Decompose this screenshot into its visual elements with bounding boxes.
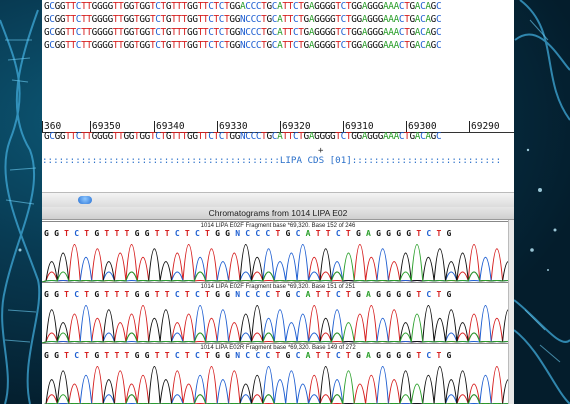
sequence-viewer-window: GCGGTTCTTGGGGTTGGTGGTCTGTTTGGTTCTCTGGACC…	[42, 0, 514, 404]
consensus-sequence: GCGGTTCTTGGGGTTGGTGGTCTGTTTGGTTCTCTGGNCC…	[44, 131, 442, 142]
trace-waveform	[43, 366, 514, 404]
ruler-label: 69290	[471, 121, 500, 132]
chromatogram-trace[interactable]: 1014 LIPA E02F Fragment base *69,320. Ba…	[42, 282, 514, 343]
lipa-cds-track[interactable]: ::::::::::::::::::::::::::::::::::::::::…	[42, 155, 514, 167]
base-calls: G G T C T G T T T G G T T C T C T G G N …	[44, 290, 452, 299]
base-calls: G G T C T G T T T G G T T C T C T G G N …	[44, 229, 452, 238]
alignment-row[interactable]: GCGGTTCTTGGGGTTGGTGGTCTGTTTGGTTCTCTGGNCC…	[44, 40, 442, 52]
trace-waveform	[42, 244, 514, 282]
chromatogram-trace[interactable]: 1014 LIPA E02F Fragment base *69,320. Ba…	[42, 221, 514, 282]
base-calls: G G T C T G T T T G G T T C T C T G G N …	[44, 351, 452, 360]
vertical-scrollbar[interactable]	[508, 220, 514, 404]
chromatogram-trace[interactable]: 1014 LIPA E02R Fragment base *69,320. Ba…	[42, 343, 514, 404]
alignment-row[interactable]: GCGGTTCTTGGGGTTGGTGGTCTGTTTGGTTCTCTGGACC…	[44, 1, 442, 13]
alignment-row[interactable]: GCGGTTCTTGGGGTTGGTGGTCTGTTTGGTTCTCTGGNCC…	[44, 14, 442, 26]
trace-waveform	[42, 305, 514, 343]
alignment-row[interactable]: GCGGTTCTTGGGGTTGGTGGTCTGTTTGGTTCTCTGGNCC…	[44, 27, 442, 39]
scroll-thumb[interactable]	[78, 196, 92, 204]
chromatogram-panel-title: Chromatograms from 1014 LIPA E02	[42, 207, 514, 220]
trace-C-channel	[43, 366, 514, 404]
horizontal-scrollbar[interactable]	[42, 192, 514, 207]
